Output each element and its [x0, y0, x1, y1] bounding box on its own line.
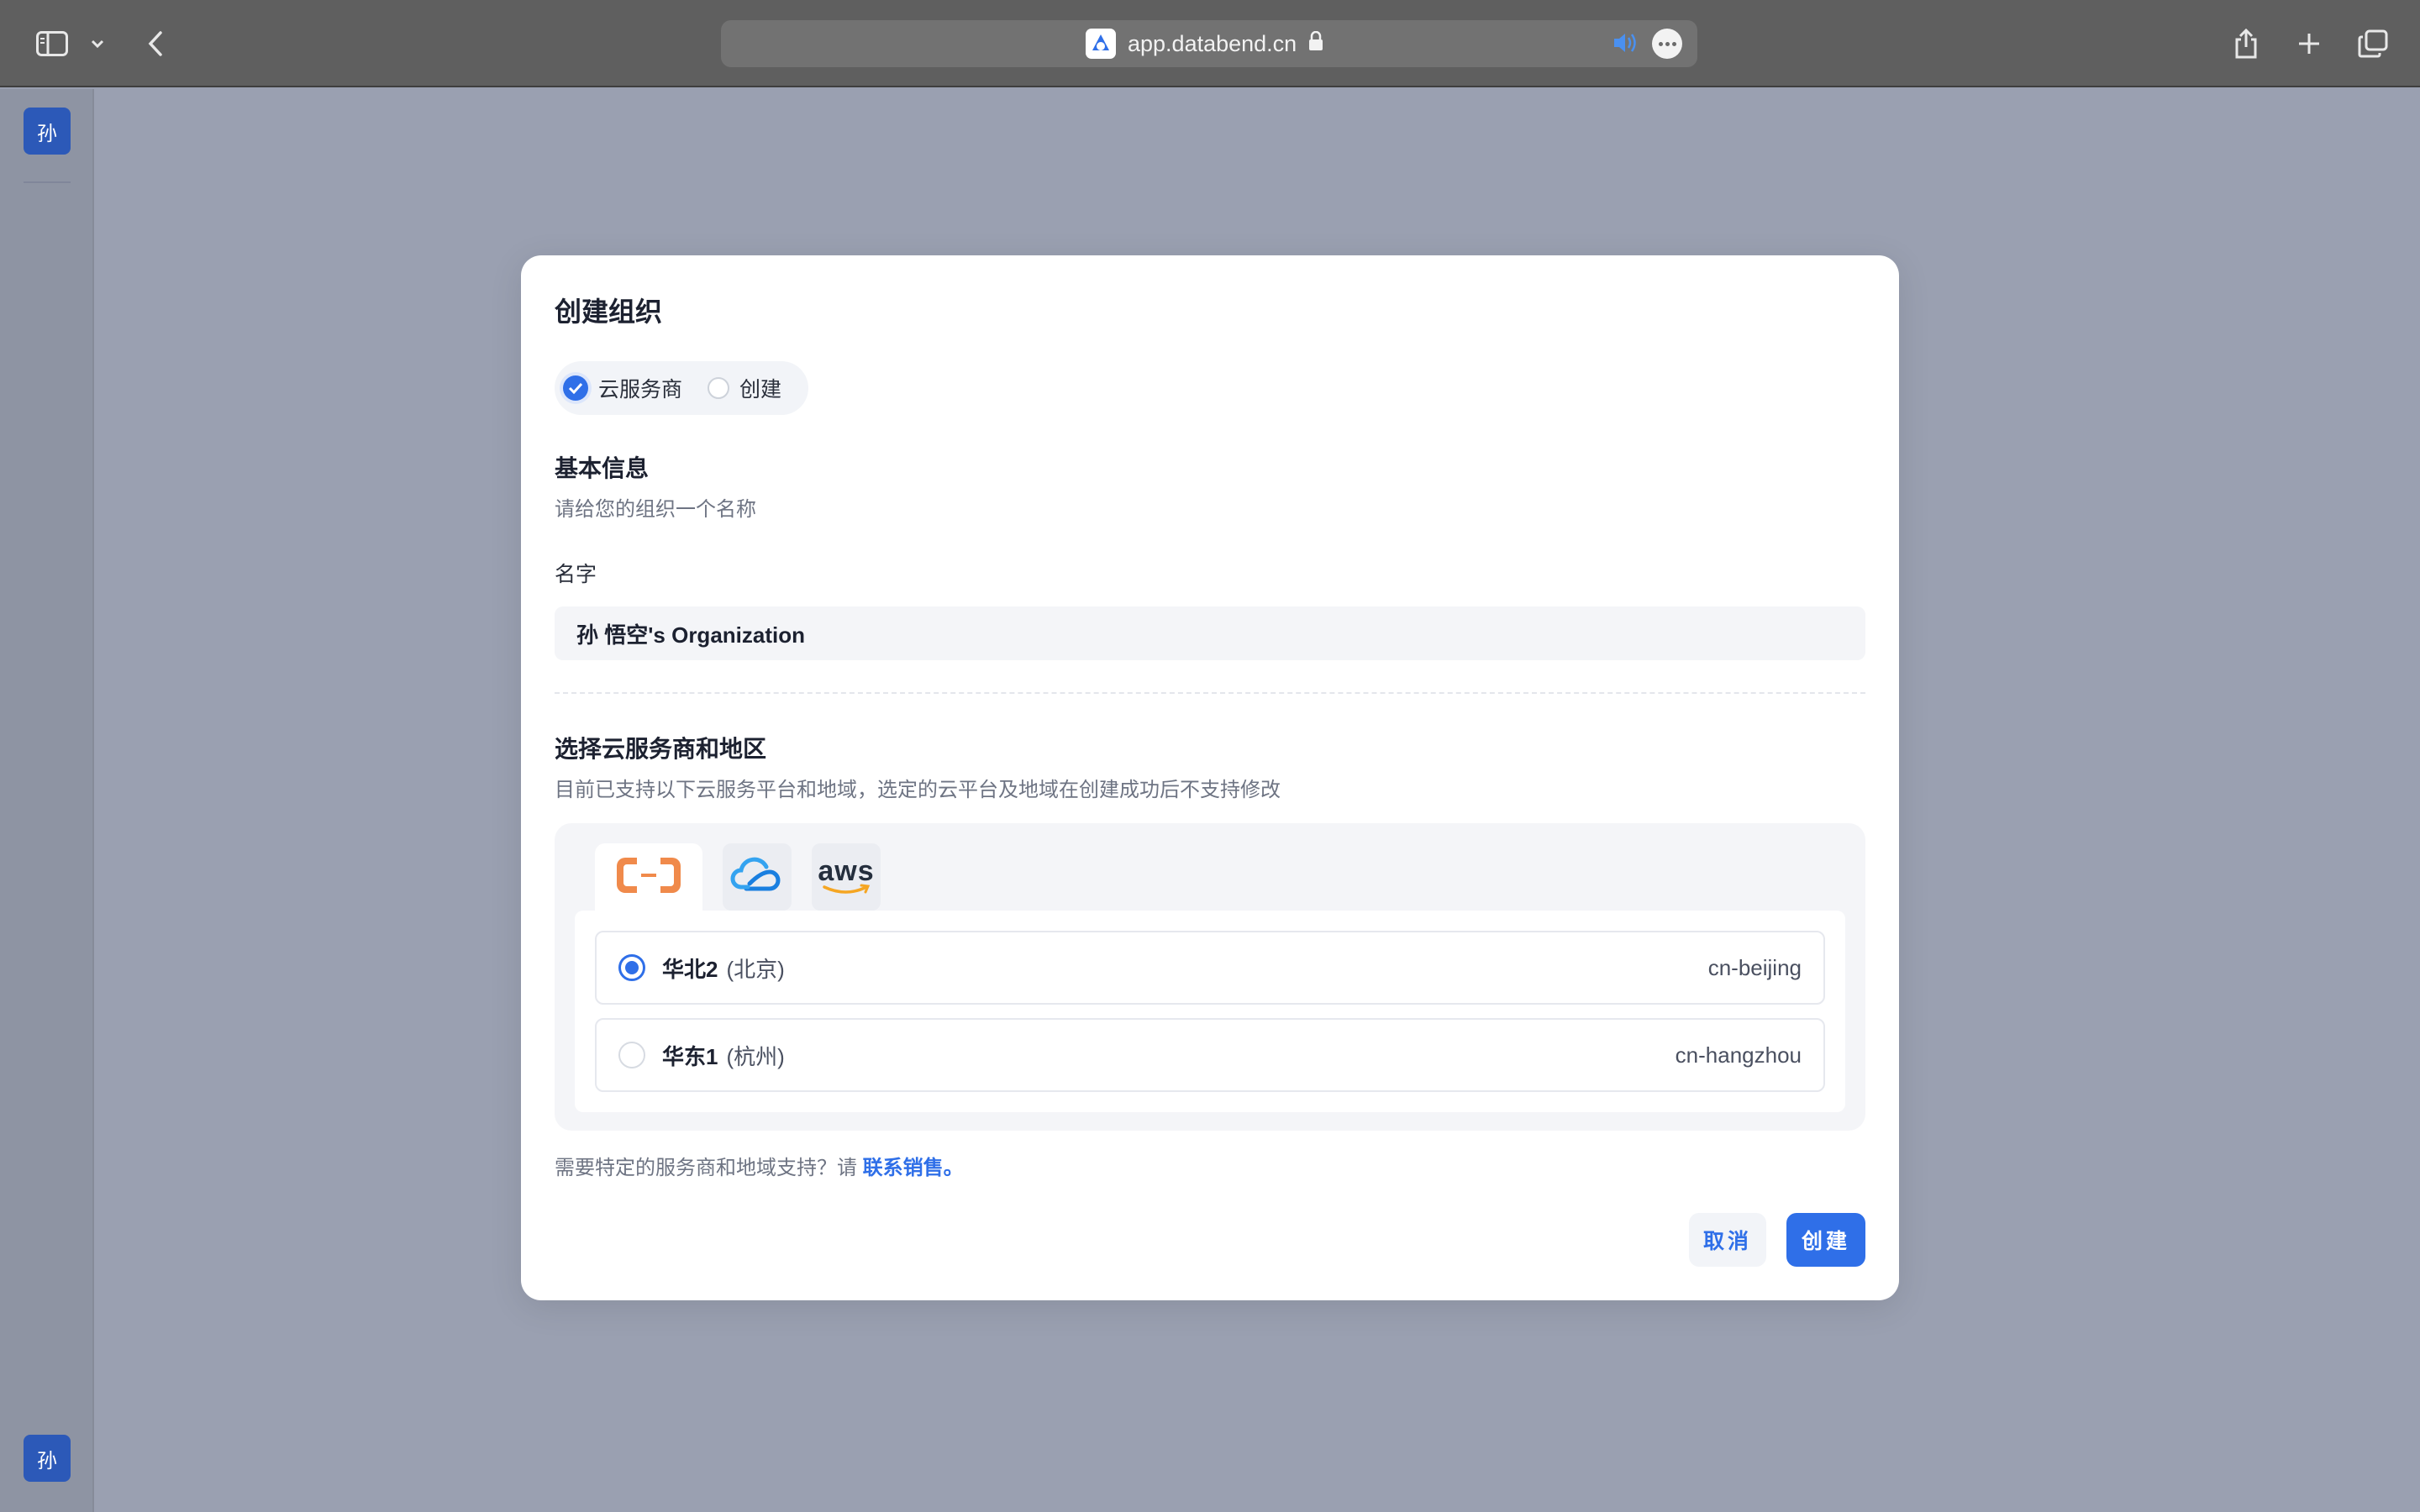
provider-panel: aws 华北2 (北京) cn-beijing 华东1 (杭州) cn-hang…	[555, 823, 1865, 1131]
basic-info-desc: 请给您的组织一个名称	[555, 498, 756, 521]
region-code: cn-beijing	[1707, 954, 1802, 980]
mode-option-label: 云服务商	[598, 378, 683, 402]
more-icon[interactable]	[1652, 29, 1682, 59]
plus-icon[interactable]	[2296, 24, 2323, 64]
sidebar-divider	[24, 181, 71, 183]
region-city: (北京)	[726, 956, 785, 982]
region-option-beijing[interactable]: 华北2 (北京) cn-beijing	[595, 931, 1825, 1005]
create-organization-modal: 创建组织 云服务商 创建 基本信息 请给您的组织一个名称 名字 孙 悟空's O…	[521, 255, 1899, 1300]
modal-title: 创建组织	[555, 297, 663, 327]
tabs-icon[interactable]	[2356, 24, 2390, 64]
region-code: cn-hangzhou	[1675, 1042, 1802, 1068]
aws-logo-text: aws	[818, 855, 875, 887]
browser-toolbar: app.databend.cn	[0, 0, 2420, 87]
check-icon	[563, 375, 588, 401]
url-text: app.databend.cn	[1128, 30, 1297, 56]
alibaba-cloud-icon	[613, 853, 684, 902]
help-text: 需要特定的服务商和地域支持？请 联系销售。	[555, 1151, 964, 1180]
chevron-down-icon[interactable]	[87, 24, 108, 64]
cloud-region-desc: 目前已支持以下云服务平台和地域，选定的云平台及地域在创建成功后不支持修改	[555, 779, 1281, 801]
tencent-cloud-icon	[729, 855, 785, 900]
cloud-region-title: 选择云服务商和地区	[555, 736, 767, 762]
tab-tencent-cloud[interactable]	[723, 843, 792, 911]
radio-selected-icon	[618, 954, 645, 981]
contact-sales-link[interactable]: 联系销售。	[863, 1157, 964, 1179]
databend-favicon-icon	[1086, 29, 1116, 59]
region-city: (杭州)	[726, 1043, 785, 1069]
aws-icon: aws	[818, 855, 875, 895]
app-sidebar: 孙 孙	[0, 89, 94, 1512]
region-option-hangzhou[interactable]: 华东1 (杭州) cn-hangzhou	[595, 1018, 1825, 1092]
address-bar[interactable]: app.databend.cn	[721, 20, 1697, 67]
mode-switch: 云服务商 创建	[555, 361, 808, 415]
mode-option-label: 创建	[739, 378, 782, 402]
mode-option-create[interactable]: 创建	[708, 373, 781, 403]
create-button[interactable]: 创建	[1786, 1213, 1865, 1267]
basic-info-title: 基本信息	[555, 455, 650, 481]
back-icon[interactable]	[143, 24, 168, 64]
help-prefix: 需要特定的服务商和地域支持？请	[555, 1157, 857, 1179]
sidebar-toggle-icon[interactable]	[34, 24, 71, 64]
region-name: 华东1	[662, 1043, 718, 1069]
mode-option-cloud[interactable]: 云服务商	[563, 373, 682, 403]
radio-icon	[708, 377, 730, 399]
name-input[interactable]: 孙 悟空's Organization	[555, 606, 1865, 660]
cancel-button[interactable]: 取消	[1689, 1213, 1766, 1267]
tab-alibaba-cloud[interactable]	[595, 843, 702, 911]
lock-icon	[1308, 30, 1323, 57]
avatar[interactable]: 孙	[24, 108, 71, 155]
section-divider	[555, 692, 1865, 694]
provider-tabs: aws	[595, 843, 881, 911]
share-icon[interactable]	[2232, 24, 2260, 64]
radio-unselected-icon	[618, 1042, 645, 1068]
user-avatar[interactable]: 孙	[24, 1435, 71, 1482]
region-name: 华北2	[662, 956, 718, 982]
tab-aws[interactable]: aws	[812, 843, 881, 911]
region-list: 华北2 (北京) cn-beijing 华东1 (杭州) cn-hangzhou	[575, 911, 1845, 1112]
site-info: app.databend.cn	[1086, 29, 1323, 59]
speaker-icon[interactable]	[1612, 30, 1639, 60]
name-label: 名字	[555, 563, 597, 586]
